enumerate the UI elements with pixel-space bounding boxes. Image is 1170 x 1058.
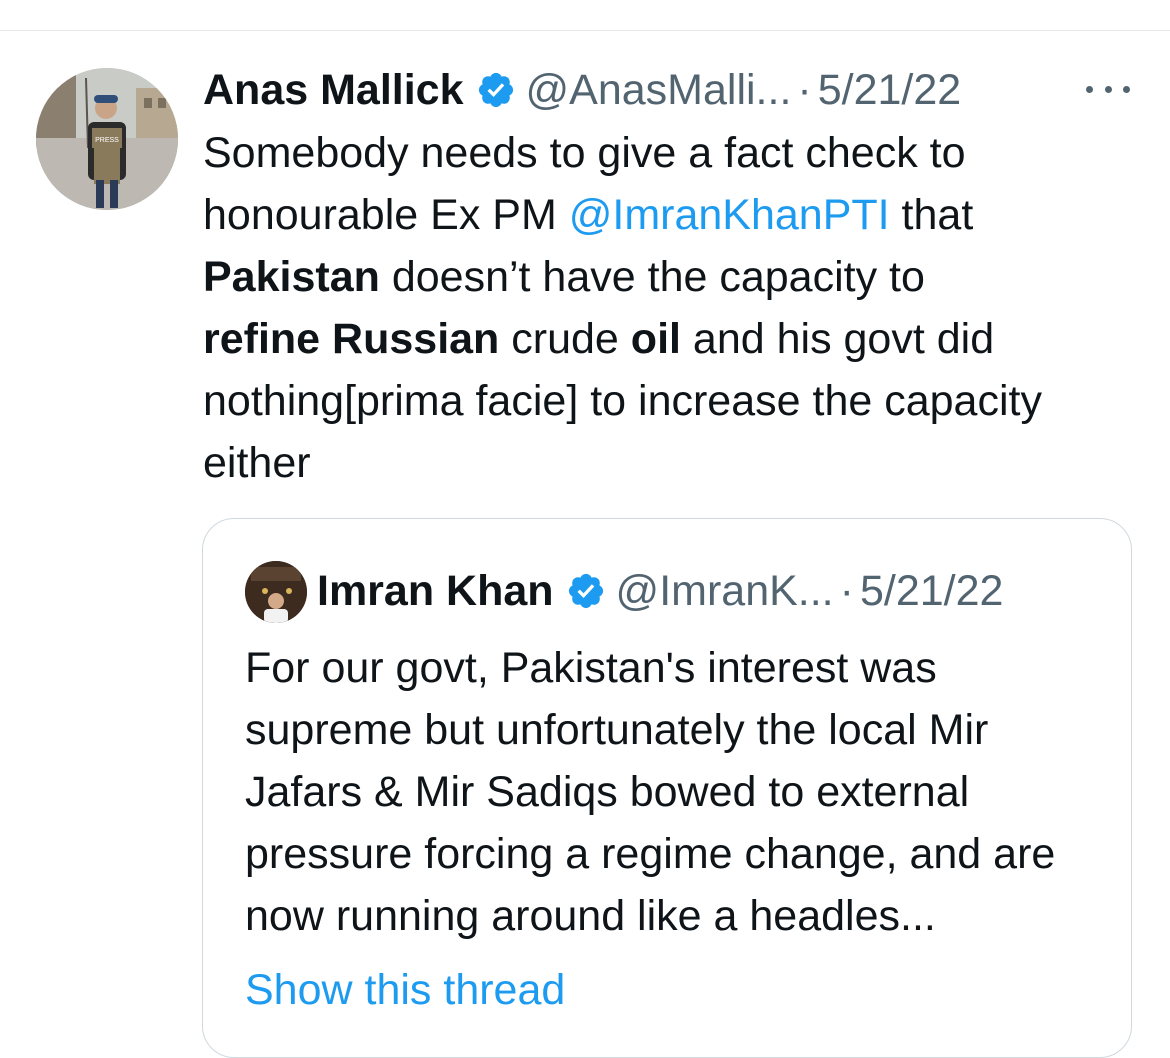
- author-handle[interactable]: @AnasMalli...: [526, 62, 792, 118]
- author-avatar[interactable]: PRESS: [36, 68, 178, 210]
- press-badge-text: PRESS: [95, 137, 119, 144]
- bold-text: oil: [630, 315, 681, 363]
- verified-badge-icon: [566, 571, 606, 611]
- header-separator: ·: [797, 66, 812, 114]
- show-thread-link[interactable]: Show this thread: [245, 959, 565, 1021]
- header-separator: ·: [839, 567, 854, 615]
- author-name[interactable]: Anas Mallick: [203, 62, 464, 118]
- quoted-author-name[interactable]: Imran Khan: [317, 563, 554, 619]
- quoted-tweet-text: For our govt, Pakistan's interest was su…: [245, 644, 1056, 940]
- tweet-text: Somebody needs to give a fact check to h…: [203, 122, 1143, 494]
- more-dot: [1086, 85, 1093, 93]
- bold-text: refine Russian: [203, 315, 500, 363]
- quoted-tweet-card[interactable]: Imran Khan @ImranK... · 5/21/22 For our …: [202, 518, 1132, 1058]
- quoted-tweet-date[interactable]: 5/21/22: [860, 563, 1003, 619]
- quoted-tweet-header: Imran Khan @ImranK... · 5/21/22: [317, 563, 1003, 619]
- quoted-author-handle[interactable]: @ImranK...: [616, 563, 834, 619]
- quoted-author-avatar[interactable]: [245, 561, 307, 623]
- tweet-header: Anas Mallick @AnasMalli... · 5/21/22: [203, 62, 961, 118]
- more-dot: [1123, 85, 1130, 93]
- more-options-icon[interactable]: [1086, 74, 1130, 104]
- tweet-text-part: crude: [499, 315, 631, 363]
- tweet-text-part: doesn’t have the capacity to: [379, 253, 925, 301]
- author-avatar-image: PRESS: [36, 68, 178, 210]
- mention-link[interactable]: @ImranKhanPTI: [569, 191, 890, 239]
- tweet-text-part: that: [889, 191, 974, 239]
- quoted-avatar-image: [245, 561, 307, 623]
- more-dot: [1104, 85, 1112, 93]
- bold-text: Pakistan: [203, 253, 380, 301]
- verified-badge-icon: [476, 70, 516, 110]
- tweet-date[interactable]: 5/21/22: [818, 62, 961, 118]
